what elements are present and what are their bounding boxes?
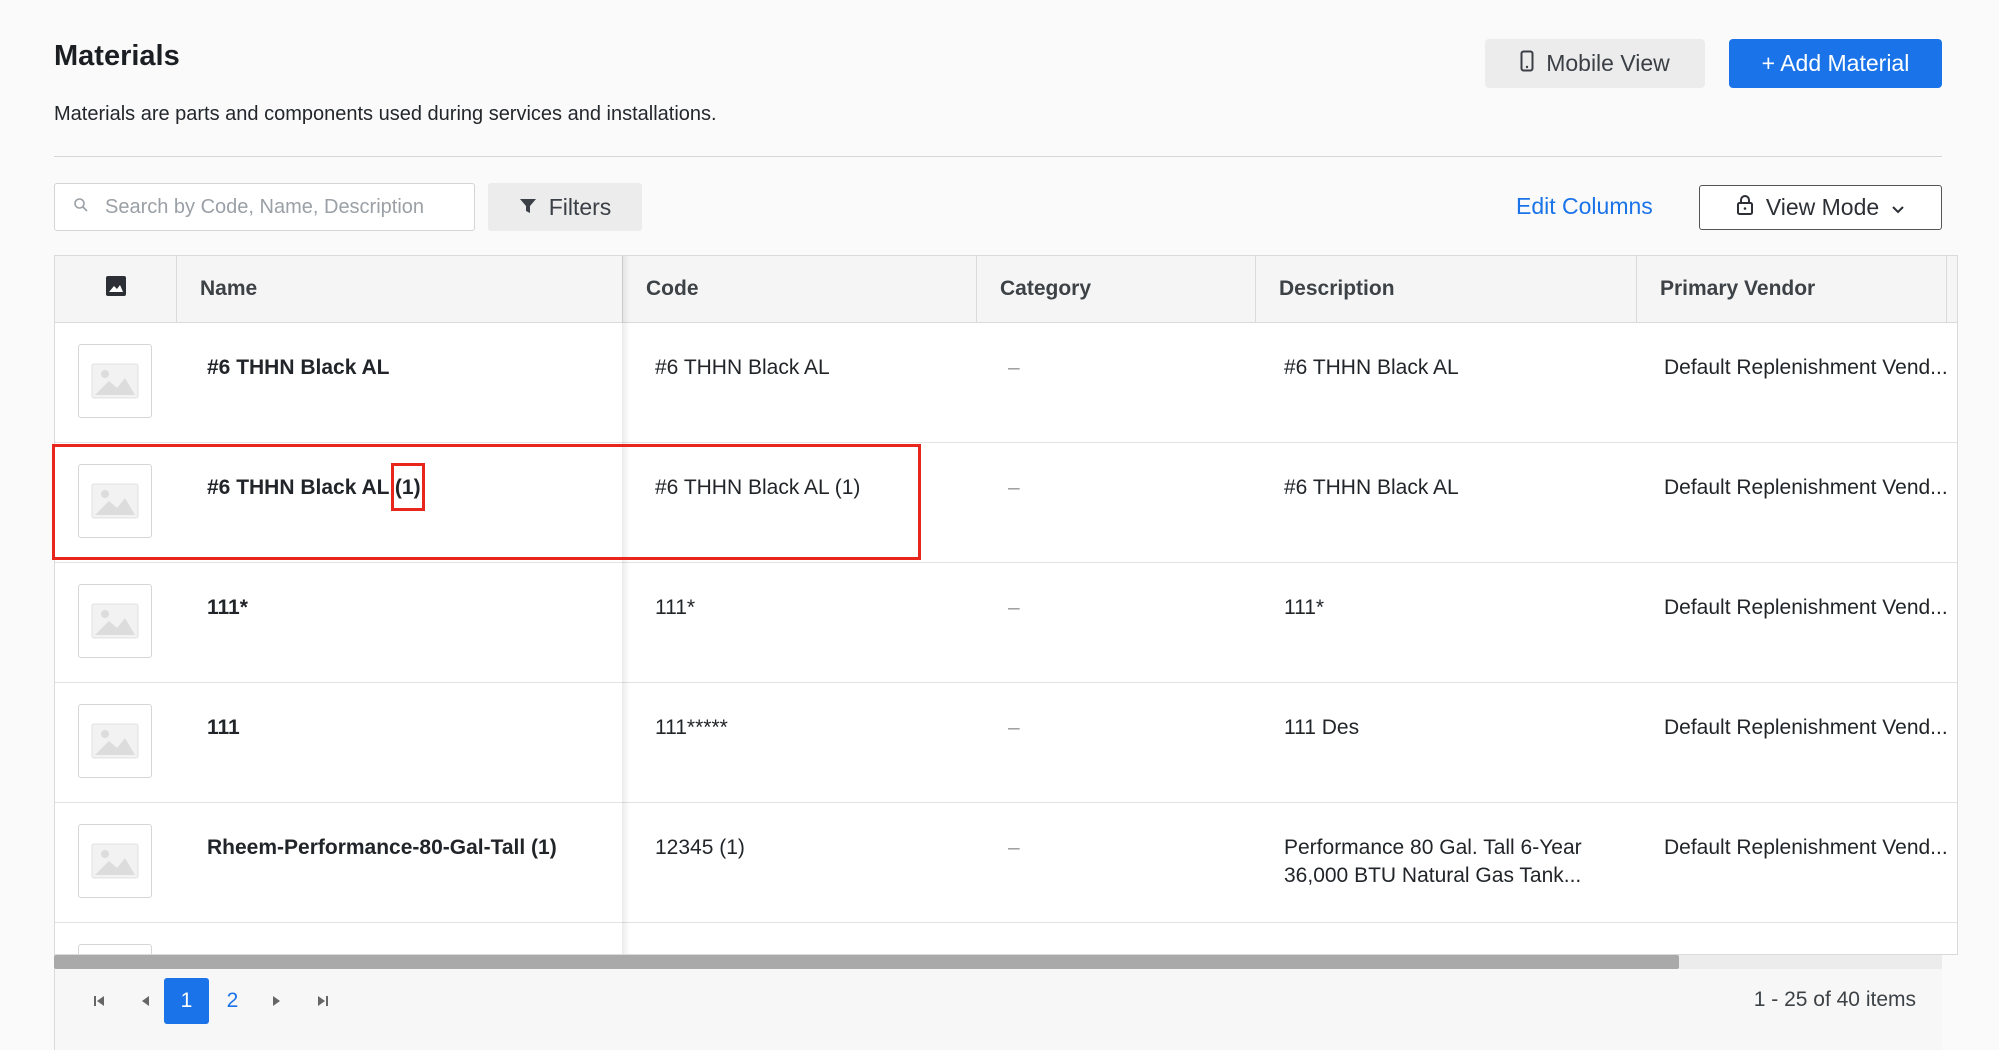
material-primary-vendor: Default Replenishment Vend... <box>1664 476 1948 499</box>
description-line: #6 THHN Black AL <box>1284 356 1459 379</box>
last-page-icon[interactable] <box>308 978 338 1024</box>
image-placeholder-icon <box>91 603 139 639</box>
table-header: Name Code Category Description Primary V… <box>55 256 1957 323</box>
view-mode-label: View Mode <box>1765 194 1880 220</box>
column-divider <box>1946 256 1947 322</box>
chevron-down-icon <box>1891 194 1905 221</box>
page-subtitle: Materials are parts and components used … <box>54 103 717 125</box>
material-primary-vendor: Default Replenishment Vend... <box>1664 836 1948 859</box>
material-primary-vendor: Default Replenishment Vend... <box>1664 716 1948 739</box>
lock-icon <box>1736 194 1754 222</box>
description-line: #6 THHN Black AL <box>1284 476 1459 499</box>
table-row[interactable]: 111* 111* – 111* Default Replenishment V… <box>55 563 1957 683</box>
material-name[interactable]: #6 THHN Black AL <box>207 354 389 382</box>
horizontal-scrollbar[interactable] <box>54 955 1942 969</box>
column-header-primary-vendor[interactable]: Primary Vendor <box>1636 256 1946 322</box>
material-category: – <box>1008 836 1020 859</box>
filters-label: Filters <box>548 193 612 220</box>
column-header-category[interactable]: Category <box>976 256 1255 322</box>
material-code: #6 THHN Black AL (1) <box>655 476 861 499</box>
material-category: – <box>1008 716 1020 739</box>
frozen-column-shadow <box>622 256 630 954</box>
search-box[interactable] <box>54 183 475 231</box>
table-row[interactable] <box>55 923 1957 954</box>
search-input[interactable] <box>103 194 447 220</box>
material-image-placeholder[interactable] <box>78 944 152 954</box>
material-image-placeholder[interactable] <box>78 704 152 778</box>
material-description: #6 THHN Black AL <box>1284 474 1459 502</box>
material-code: 111***** <box>655 716 728 739</box>
add-material-button[interactable]: + Add Material <box>1729 39 1942 88</box>
table-row[interactable]: Rheem-Performance-80-Gal-Tall (1) 12345 … <box>55 803 1957 923</box>
search-icon <box>73 197 89 218</box>
material-image-placeholder[interactable] <box>78 344 152 418</box>
table-row[interactable]: #6 THHN Black AL (1) #6 THHN Black AL (1… <box>55 443 1957 563</box>
image-column-header[interactable] <box>55 256 176 322</box>
image-placeholder-icon <box>91 723 139 759</box>
material-image-placeholder[interactable] <box>78 824 152 898</box>
page-1-button[interactable]: 1 <box>164 978 209 1024</box>
image-placeholder-icon <box>91 843 139 879</box>
material-category: – <box>1008 596 1020 619</box>
filter-icon <box>519 194 537 221</box>
material-name[interactable]: Rheem-Performance-80-Gal-Tall (1) <box>207 834 557 862</box>
material-primary-vendor: Default Replenishment Vend... <box>1664 596 1948 619</box>
mobile-view-label: Mobile View <box>1546 50 1670 76</box>
material-code: 111* <box>655 596 696 619</box>
description-line: 111 Des <box>1284 716 1360 739</box>
material-image-placeholder[interactable] <box>78 584 152 658</box>
scrollbar-thumb[interactable] <box>54 955 1679 969</box>
description-line: Performance 80 Gal. Tall 6-Year <box>1284 836 1582 859</box>
filters-button[interactable]: Filters <box>488 183 642 231</box>
material-code: 12345 (1) <box>655 836 745 859</box>
materials-table: Name Code Category Description Primary V… <box>54 255 1958 955</box>
view-mode-dropdown[interactable]: View Mode <box>1699 185 1942 230</box>
edit-columns-link[interactable]: Edit Columns <box>1516 193 1653 220</box>
material-code: #6 THHN Black AL <box>655 356 830 379</box>
material-description: #6 THHN Black AL <box>1284 354 1459 382</box>
material-category: – <box>1008 356 1020 379</box>
material-image-placeholder[interactable] <box>78 464 152 538</box>
column-header-code[interactable]: Code <box>622 256 976 322</box>
items-count: 1 - 25 of 40 items <box>1753 988 1916 1011</box>
material-description: 111 Des <box>1284 714 1359 742</box>
material-description: 111* <box>1284 594 1324 622</box>
header-divider <box>54 156 1942 157</box>
description-line: 36,000 BTU Natural Gas Tank... <box>1284 864 1582 887</box>
previous-page-icon[interactable] <box>130 978 160 1024</box>
description-line: 111* <box>1284 596 1325 619</box>
material-name[interactable]: 111 <box>207 714 240 742</box>
material-primary-vendor: Default Replenishment Vend... <box>1664 356 1948 379</box>
material-description: Performance 80 Gal. Tall 6-Year 36,000 B… <box>1284 834 1582 890</box>
mobile-view-button[interactable]: Mobile View <box>1485 39 1705 88</box>
image-placeholder-icon <box>91 483 139 519</box>
table-row[interactable]: 111 111***** – 111 Des Default Replenish… <box>55 683 1957 803</box>
material-name[interactable]: 111* <box>207 594 248 622</box>
image-placeholder-icon <box>91 363 139 399</box>
table-row[interactable]: #6 THHN Black AL #6 THHN Black AL – #6 T… <box>55 323 1957 443</box>
column-header-description[interactable]: Description <box>1255 256 1636 322</box>
page-2-button[interactable]: 2 <box>210 978 255 1024</box>
image-icon <box>105 276 126 302</box>
next-page-icon[interactable] <box>262 978 292 1024</box>
column-header-name[interactable]: Name <box>176 256 622 322</box>
material-name[interactable]: #6 THHN Black AL (1) <box>207 474 421 502</box>
material-category: – <box>1008 476 1020 499</box>
mobile-phone-icon <box>1520 50 1534 78</box>
page-title: Materials <box>54 40 180 72</box>
first-page-icon[interactable] <box>84 978 114 1024</box>
